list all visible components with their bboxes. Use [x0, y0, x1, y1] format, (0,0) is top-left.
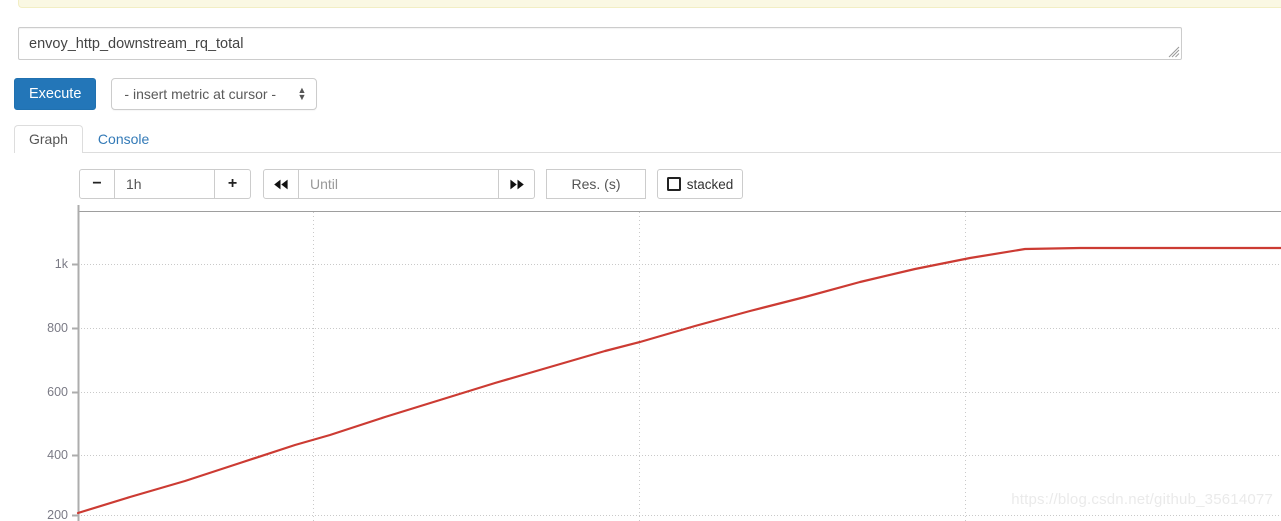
- range-control-group: − 1h +: [79, 169, 251, 199]
- view-tabs: Graph Console: [14, 125, 1281, 153]
- expression-input[interactable]: [18, 27, 1182, 60]
- graph-chart: 1k 800 600 400 200 https://blog.csdn.net…: [0, 205, 1281, 521]
- step-forward-button[interactable]: [499, 169, 535, 199]
- resolution-input[interactable]: Res. (s): [546, 169, 646, 199]
- expression-input-wrapper: [18, 27, 1182, 60]
- top-alert-strip: [18, 0, 1281, 8]
- forward-double-arrow-icon: [509, 179, 524, 189]
- increase-range-button[interactable]: +: [215, 169, 251, 199]
- backward-double-arrow-icon: [274, 179, 288, 189]
- stacked-checkbox-icon: [666, 177, 681, 191]
- step-backward-button[interactable]: [263, 169, 299, 199]
- insert-metric-select-value: - insert metric at cursor -: [124, 86, 277, 102]
- graph-controls-toolbar: − 1h + Until Res. (s) stacked: [79, 169, 743, 199]
- range-input[interactable]: 1h: [115, 169, 215, 199]
- chart-gridlines: [78, 211, 1281, 521]
- insert-metric-select[interactable]: - insert metric at cursor - ▲ ▼: [111, 78, 318, 110]
- tab-console-label: Console: [97, 131, 150, 147]
- tab-graph[interactable]: Graph: [14, 125, 83, 153]
- execute-button[interactable]: Execute: [14, 78, 97, 110]
- chart-y-axis: 1k 800 600 400 200: [47, 205, 80, 521]
- y-tick-label-200: 200: [47, 508, 68, 521]
- series-line-envoy-http-downstream-rq-total: [76, 246, 1281, 515]
- y-tick-label-600: 600: [47, 385, 68, 399]
- tab-graph-label: Graph: [29, 131, 68, 147]
- time-control-group: Until: [263, 169, 535, 199]
- y-tick-label-800: 800: [47, 321, 68, 335]
- stacked-toggle-button[interactable]: stacked: [657, 169, 743, 199]
- chart-svg: 1k 800 600 400 200: [47, 205, 1281, 521]
- stacked-toggle-label: stacked: [686, 176, 734, 192]
- watermark-text: https://blog.csdn.net/github_35614077: [1011, 491, 1273, 508]
- until-input[interactable]: Until: [299, 169, 499, 199]
- select-updown-arrows-icon: ▲ ▼: [297, 85, 307, 102]
- y-tick-label-1k: 1k: [55, 257, 69, 271]
- tab-console[interactable]: Console: [83, 125, 164, 153]
- decrease-range-button[interactable]: −: [79, 169, 115, 199]
- execute-row: Execute - insert metric at cursor - ▲ ▼: [14, 78, 318, 110]
- y-tick-label-400: 400: [47, 448, 68, 462]
